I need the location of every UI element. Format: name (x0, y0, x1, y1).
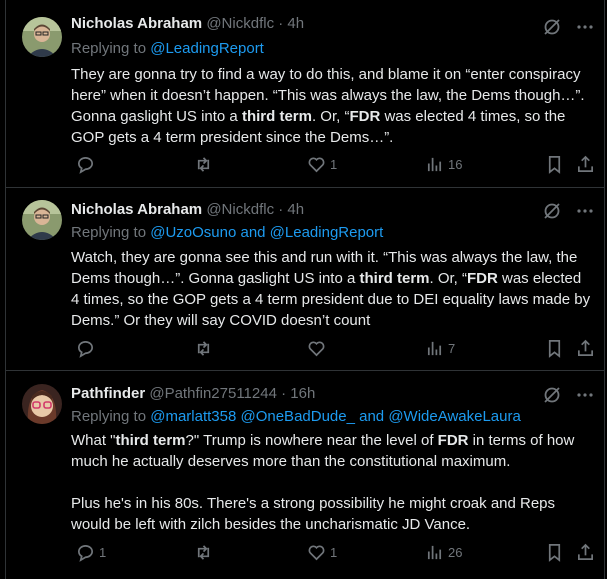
avatar-photo-icon (22, 17, 62, 57)
views-button[interactable]: 7 (425, 339, 455, 358)
bookmark-button[interactable] (545, 543, 564, 562)
tweet-text: What "third term?" Trump is nowhere near… (71, 432, 575, 533)
tweet-1[interactable]: Nicholas Abraham @Nickdflc · 4h Replying… (6, 0, 604, 188)
timeline: Nicholas Abraham @Nickdflc · 4h Replying… (5, 0, 605, 579)
retweet-button[interactable] (194, 155, 217, 174)
more-options-icon[interactable] (576, 18, 594, 36)
bookmark-icon (548, 544, 561, 562)
reply-mentions[interactable]: @marlatt358 @OneBadDude_ and @WideAwakeL… (150, 408, 521, 425)
more-options-icon[interactable] (576, 386, 594, 404)
view-count: 7 (448, 341, 456, 356)
tweet-3[interactable]: Pathfinder @Pathfin27511244 · 16h Replyi… (6, 371, 604, 579)
share-button[interactable] (576, 155, 595, 174)
reply-button[interactable] (76, 155, 99, 174)
replying-to-label: Replying to (71, 224, 147, 241)
like-count: 1 (330, 157, 338, 172)
views-button[interactable]: 26 (425, 543, 462, 562)
view-count: 26 (448, 545, 463, 560)
share-icon (577, 543, 594, 561)
grok-icon[interactable] (542, 201, 562, 221)
bookmark-button[interactable] (545, 155, 564, 174)
grok-icon[interactable] (542, 17, 562, 37)
reply-mentions[interactable]: @LeadingReport (150, 40, 264, 57)
reply-count: 1 (99, 545, 107, 560)
tweet-header: Pathfinder @Pathfin27511244 · 16h (71, 385, 315, 402)
action-bar: 7 (71, 339, 596, 359)
avatar[interactable] (22, 17, 62, 57)
avatar[interactable] (22, 200, 62, 240)
avatar-cartoon-icon (22, 384, 62, 424)
retweet-icon (197, 341, 210, 356)
views-button[interactable]: 16 (425, 155, 462, 174)
bookmark-button[interactable] (545, 339, 564, 358)
action-bar: 1 16 (71, 155, 596, 175)
view-count: 16 (448, 157, 463, 172)
like-button[interactable]: 1 (307, 543, 337, 562)
more-options-icon[interactable] (576, 202, 594, 220)
replying-to: Replying to @LeadingReport (71, 40, 264, 57)
grok-icon[interactable] (542, 385, 562, 405)
reply-button[interactable] (76, 339, 99, 358)
tweet-2[interactable]: Nicholas Abraham @Nickdflc · 4h Replying… (6, 188, 604, 371)
avatar[interactable] (22, 384, 62, 424)
reply-button[interactable]: 1 (76, 543, 106, 562)
heart-icon (308, 341, 325, 357)
timestamp[interactable]: · 16h (281, 385, 315, 402)
author-name[interactable]: Nicholas Abraham (71, 15, 202, 32)
retweet-button[interactable] (194, 339, 217, 358)
bookmark-icon (548, 156, 561, 174)
retweet-icon (197, 545, 210, 560)
views-icon (427, 157, 442, 172)
share-button[interactable] (576, 339, 595, 358)
like-count: 1 (330, 545, 338, 560)
avatar-photo-icon (22, 200, 62, 240)
timestamp[interactable]: · 4h (278, 15, 304, 32)
share-icon (577, 155, 594, 173)
tweet-header: Nicholas Abraham @Nickdflc · 4h (71, 15, 304, 32)
retweet-button[interactable] (194, 543, 217, 562)
bookmark-icon (548, 340, 561, 358)
tweet-text: Watch, they are gonna see this and run w… (71, 249, 591, 329)
author-name[interactable]: Pathfinder (71, 385, 145, 402)
author-handle[interactable]: @Pathfin27511244 (149, 385, 277, 402)
retweet-icon (197, 157, 210, 172)
replying-to-label: Replying to (71, 40, 147, 57)
like-button[interactable] (307, 339, 330, 358)
replying-to: Replying to @marlatt358 @OneBadDude_ and… (71, 408, 521, 425)
timestamp[interactable]: · 4h (278, 201, 304, 218)
like-button[interactable]: 1 (307, 155, 337, 174)
tweet-header: Nicholas Abraham @Nickdflc · 4h (71, 201, 304, 218)
reply-icon (77, 157, 93, 174)
reply-icon (77, 545, 93, 562)
replying-to: Replying to @UzoOsuno and @LeadingReport (71, 224, 383, 241)
share-icon (577, 339, 594, 357)
heart-icon (308, 545, 325, 561)
heart-icon (308, 157, 325, 173)
views-icon (427, 341, 442, 356)
replying-to-label: Replying to (71, 408, 147, 425)
tweet-text: They are gonna try to find a way to do t… (71, 66, 585, 146)
views-icon (427, 545, 442, 560)
reply-icon (77, 341, 93, 358)
reply-mentions[interactable]: @UzoOsuno and @LeadingReport (150, 224, 383, 241)
share-button[interactable] (576, 543, 595, 562)
author-name[interactable]: Nicholas Abraham (71, 201, 202, 218)
action-bar: 1 1 26 (71, 543, 596, 563)
author-handle[interactable]: @Nickdflc (206, 15, 274, 32)
author-handle[interactable]: @Nickdflc (206, 201, 274, 218)
